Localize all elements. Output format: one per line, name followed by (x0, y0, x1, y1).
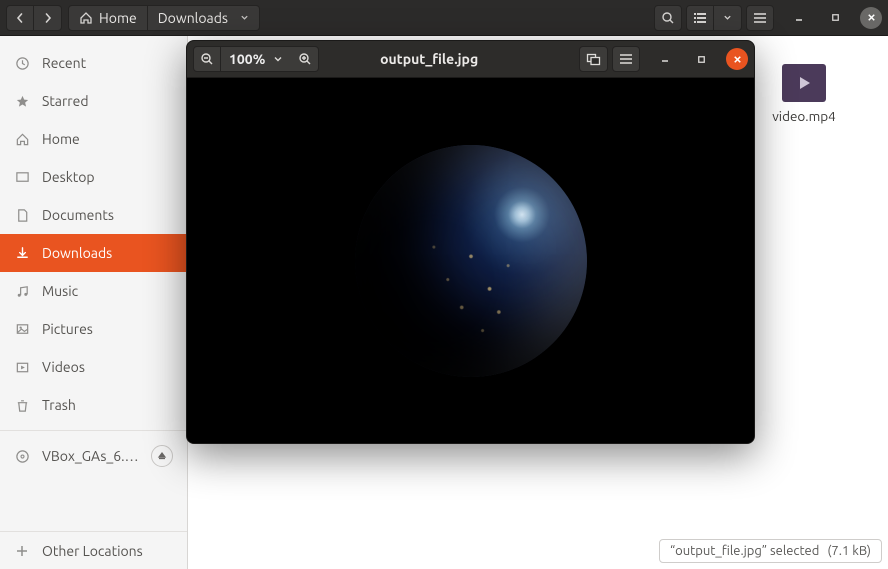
list-view-button[interactable] (686, 5, 714, 31)
sidebar-item-label: Desktop (42, 169, 95, 185)
view-switch (686, 5, 742, 31)
sidebar-item-home[interactable]: Home (0, 120, 187, 158)
chevron-down-icon (240, 13, 249, 22)
trash-icon (14, 398, 30, 413)
presentation-button[interactable] (579, 46, 608, 72)
video-thumbnail (782, 64, 826, 102)
breadcrumb-current[interactable]: Downloads (148, 5, 260, 31)
status-text: “output_file.jpg” selected (670, 544, 819, 558)
sidebar-item-label: Recent (42, 55, 86, 71)
close-button[interactable] (860, 7, 882, 29)
sidebar-item-desktop[interactable]: Desktop (0, 158, 187, 196)
nav-buttons (6, 5, 62, 31)
sidebar-separator (0, 430, 187, 431)
back-button[interactable] (6, 5, 34, 31)
sidebar-item-label: Trash (42, 397, 76, 413)
sidebar-item-mount[interactable]: VBox_GAs_6.… (0, 437, 187, 475)
sidebar-item-label: Other Locations (42, 543, 143, 559)
breadcrumb-current-label: Downloads (158, 10, 228, 26)
maximize-button[interactable] (824, 7, 846, 29)
list-view-icon (693, 12, 707, 24)
chevron-down-icon (273, 54, 283, 64)
menu-icon (619, 53, 633, 65)
status-bar: “output_file.jpg” selected (7.1 kB) (659, 539, 882, 563)
image-viewer-minimize-button[interactable] (654, 48, 676, 70)
image-viewer-window: 100% output_file.jpg (186, 40, 755, 444)
image-canvas[interactable] (187, 78, 754, 443)
sidebar-item-label: Home (42, 131, 80, 147)
plus-icon (14, 544, 30, 558)
breadcrumb-home-label: Home (99, 10, 137, 26)
star-icon (14, 94, 30, 109)
sidebar-item-trash[interactable]: Trash (0, 386, 187, 424)
sidebar-item-label: Videos (42, 359, 85, 375)
menu-icon (753, 12, 767, 24)
home-icon (14, 132, 30, 147)
forward-button[interactable] (34, 5, 62, 31)
search-icon (661, 11, 675, 25)
breadcrumb: Home Downloads (68, 5, 260, 31)
image-viewer-menu-button[interactable] (612, 46, 640, 72)
sidebar-item-label: Documents (42, 207, 114, 223)
sidebar-item-documents[interactable]: Documents (0, 196, 187, 234)
sidebar-item-label: Music (42, 283, 78, 299)
disc-icon (14, 449, 30, 464)
sidebar-item-downloads[interactable]: Downloads (0, 234, 187, 272)
sidebar-item-label: Pictures (42, 321, 93, 337)
zoom-level-label: 100% (229, 51, 265, 67)
clock-icon (14, 56, 30, 71)
image-content (355, 145, 587, 377)
hamburger-menu-button[interactable] (746, 5, 774, 31)
image-viewer-close-button[interactable] (726, 48, 748, 70)
sidebar-item-other-locations[interactable]: Other Locations (0, 531, 187, 569)
image-viewer-headerbar: 100% output_file.jpg (187, 41, 754, 78)
view-options-button[interactable] (714, 5, 742, 31)
desktop-icon (14, 170, 30, 185)
zoom-level-dropdown[interactable]: 100% (221, 46, 291, 72)
sidebar: Recent Starred Home Desktop Documents Do… (0, 36, 188, 569)
presentation-icon (586, 53, 601, 66)
sidebar-item-label: Starred (42, 93, 89, 109)
chevron-down-icon (723, 13, 732, 22)
zoom-out-button[interactable] (193, 46, 221, 72)
breadcrumb-home[interactable]: Home (68, 5, 148, 31)
image-viewer-title: output_file.jpg (283, 51, 575, 67)
sidebar-item-music[interactable]: Music (0, 272, 187, 310)
documents-icon (14, 208, 30, 223)
file-manager-headerbar: Home Downloads (0, 0, 888, 36)
videos-icon (14, 360, 30, 375)
sidebar-item-label: VBox_GAs_6.… (42, 448, 139, 464)
zoom-out-icon (200, 52, 214, 66)
sidebar-item-starred[interactable]: Starred (0, 82, 187, 120)
file-name-label: video.mp4 (760, 108, 848, 124)
music-icon (14, 284, 30, 299)
eject-button[interactable] (151, 445, 173, 467)
file-item-video[interactable]: video.mp4 (760, 64, 848, 124)
pictures-icon (14, 322, 30, 337)
sidebar-item-pictures[interactable]: Pictures (0, 310, 187, 348)
status-size: (7.1 kB) (827, 544, 871, 558)
sidebar-item-label: Downloads (42, 245, 112, 261)
sidebar-item-recent[interactable]: Recent (0, 44, 187, 82)
minimize-button[interactable] (788, 7, 810, 29)
image-viewer-maximize-button[interactable] (690, 48, 712, 70)
sidebar-item-videos[interactable]: Videos (0, 348, 187, 386)
downloads-icon (14, 246, 30, 261)
home-icon (79, 11, 93, 25)
search-button[interactable] (654, 5, 682, 31)
